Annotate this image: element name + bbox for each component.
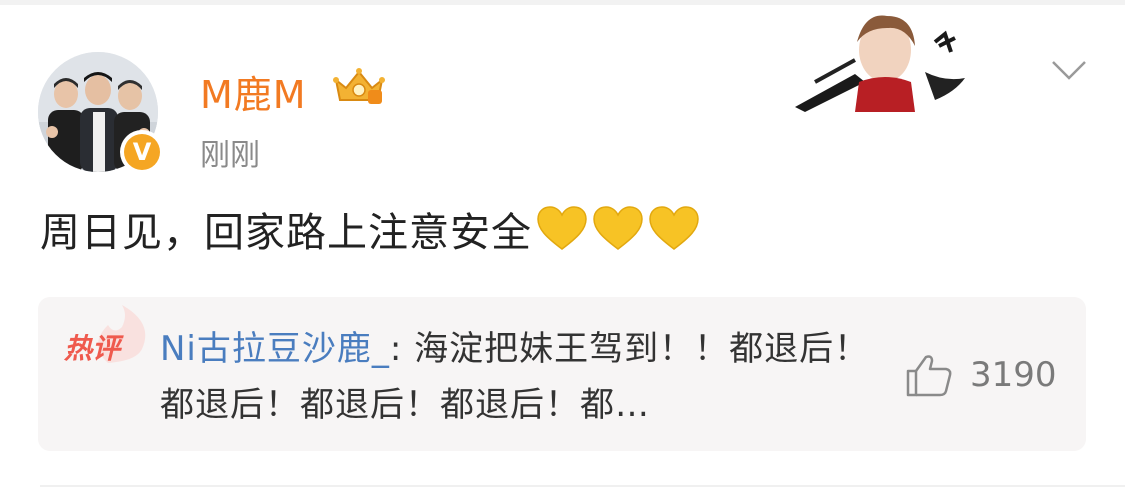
yellow-heart-icon (593, 206, 643, 250)
timestamp: 刚刚 (200, 138, 260, 173)
thumbs-up-icon[interactable] (906, 353, 952, 397)
top-divider (0, 0, 1125, 5)
like-count: 3190 (970, 355, 1057, 395)
verified-icon: V (120, 130, 164, 174)
yellow-heart-icon (649, 206, 699, 250)
comment-body: Ni古拉豆沙鹿_: 海淀把妹王驾到！！都退后！都退后！都退后！都退后！都… (160, 321, 870, 433)
post-text: 周日见，回家路上注意安全 (40, 200, 700, 258)
post-text-content: 周日见，回家路上注意安全 (40, 210, 532, 256)
username[interactable]: M鹿M (200, 64, 307, 119)
comment-separator: : (389, 329, 415, 369)
hot-comment[interactable]: 热评 Ni古拉豆沙鹿_: 海淀把妹王驾到！！都退后！都退后！都退后！都退后！都…… (38, 297, 1086, 451)
yellow-heart-icon (537, 206, 587, 250)
fan-card-banner[interactable] (795, 12, 975, 112)
comment-user[interactable]: Ni古拉豆沙鹿_ (160, 329, 390, 369)
chevron-down-icon[interactable] (1050, 58, 1088, 82)
bottom-divider (40, 485, 1125, 487)
verified-mark: V (124, 134, 160, 170)
crown-badge-icon[interactable] (332, 66, 386, 106)
hot-comment-label: 热评 (64, 332, 121, 365)
